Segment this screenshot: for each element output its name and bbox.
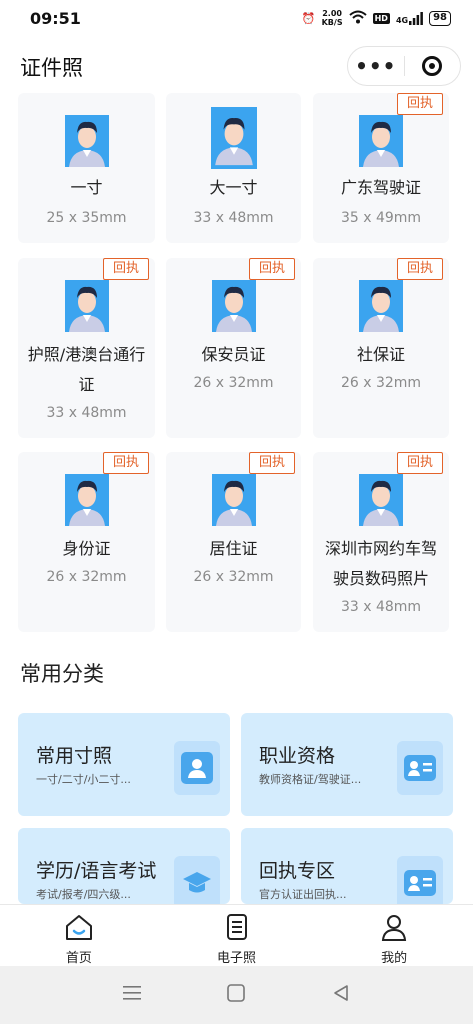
user-icon [379, 913, 409, 945]
receipt-badge: 回执 [397, 258, 443, 280]
card-name: 保安员证 [201, 345, 266, 364]
tab-label: 电子照 [217, 951, 257, 966]
portrait-icon [359, 280, 403, 332]
photo-spec-card[interactable]: 回执 广东驾驶证 35 x 49mm [313, 93, 449, 243]
card-size: 33 x 48mm [340, 599, 422, 615]
status-icons: ⏰ 2.00 KB/S HD 4G 98 [302, 9, 451, 27]
card-size: 26 x 32mm [46, 569, 127, 585]
card-size: 26 x 32mm [193, 375, 274, 391]
network-speed: 2.00 KB/S [322, 9, 343, 27]
portrait-icon [65, 115, 109, 167]
category-card[interactable]: 回执专区 官方认证出回执... [241, 828, 453, 904]
battery-indicator: 98 [429, 10, 451, 26]
header: 证件照 ••• [0, 44, 473, 88]
card-name: 护照/港澳台通行 [27, 345, 146, 364]
photo-spec-card[interactable]: 一寸 25 x 35mm [18, 93, 155, 243]
signal-icon: 4G [395, 11, 423, 25]
more-options-button[interactable]: ••• [348, 54, 404, 78]
portrait-icon [212, 474, 256, 526]
card-size: 26 x 32mm [193, 569, 274, 585]
system-nav-bar [0, 966, 473, 1024]
home-icon [64, 913, 94, 945]
card-size: 33 x 48mm [46, 405, 127, 421]
category-title: 回执专区 [259, 860, 336, 882]
photo-spec-card[interactable]: 回执 身份证 26 x 32mm [18, 452, 155, 632]
receipt-badge: 回执 [249, 452, 295, 474]
card-name: 居住证 [209, 539, 258, 558]
wifi-icon [348, 10, 367, 27]
page-title: 证件照 [20, 56, 83, 80]
id-card-icon [397, 741, 443, 795]
portrait-icon [65, 280, 109, 332]
card-name-line2: 驶员数码照片 [332, 569, 429, 588]
mini-program-capsule: ••• [347, 46, 461, 86]
portrait-icon [65, 474, 109, 526]
tab-mine[interactable]: 我的 [315, 905, 473, 966]
hd-badge: HD [372, 12, 390, 24]
card-size: 26 x 32mm [340, 375, 422, 391]
category-subtitle: 官方认证出回执... [259, 888, 347, 901]
card-size: 25 x 35mm [46, 210, 127, 226]
speed-value: 2.00 [322, 9, 342, 18]
category-title: 学历/语言考试 [36, 860, 157, 882]
portrait-icon [211, 107, 257, 169]
receipt-badge: 回执 [397, 452, 443, 474]
receipt-badge: 回执 [103, 452, 149, 474]
category-card[interactable]: 学历/语言考试 考试/报考/四六级... [18, 828, 230, 904]
tab-label: 首页 [65, 951, 92, 966]
photo-spec-card[interactable]: 回执 护照/港澳台通行 证 33 x 48mm [18, 258, 155, 438]
close-miniprogram-button[interactable] [404, 56, 460, 76]
network-type: 4G [395, 15, 409, 25]
photo-spec-card[interactable]: 大一寸 33 x 48mm [166, 93, 301, 243]
menu-icon[interactable] [123, 985, 142, 1005]
tab-home[interactable]: 首页 [0, 905, 158, 966]
card-name: 一寸 [70, 178, 103, 197]
category-title: 常用寸照 [36, 745, 113, 767]
card-name: 深圳市网约车驾 [324, 539, 437, 558]
card-name: 大一寸 [209, 178, 258, 197]
card-size: 33 x 48mm [193, 210, 274, 226]
card-name-line2: 证 [78, 375, 95, 394]
speed-unit: KB/S [321, 18, 343, 27]
portrait-icon [359, 474, 403, 526]
tab-bar: 首页 电子照 我的 [0, 904, 473, 966]
card-name: 广东驾驶证 [340, 178, 421, 197]
receipt-badge: 回执 [249, 258, 295, 280]
document-icon [222, 913, 252, 945]
target-icon [422, 56, 443, 76]
photo-spec-card[interactable]: 回执 深圳市网约车驾 驶员数码照片 33 x 48mm [313, 452, 449, 632]
card-size: 35 x 49mm [340, 210, 422, 226]
graduation-cap-icon [174, 856, 220, 904]
status-time: 09:51 [30, 8, 81, 28]
receipt-badge: 回执 [397, 93, 443, 115]
category-subtitle: 一寸/二寸/小二寸... [36, 773, 131, 786]
photo-spec-card[interactable]: 回执 居住证 26 x 32mm [166, 452, 301, 632]
portrait-icon [359, 115, 403, 167]
receipt-card-icon [397, 856, 443, 904]
category-subtitle: 教师资格证/驾驶证... [259, 773, 362, 786]
status-bar: 09:51 ⏰ 2.00 KB/S HD 4G 98 [0, 0, 473, 36]
back-icon[interactable] [332, 984, 350, 1006]
card-name: 社保证 [356, 345, 405, 364]
category-title: 职业资格 [259, 745, 336, 767]
card-name: 身份证 [62, 539, 111, 558]
category-subtitle: 考试/报考/四六级... [36, 888, 131, 901]
photo-spec-card[interactable]: 回执 保安员证 26 x 32mm [166, 258, 301, 438]
section-title: 常用分类 [20, 662, 104, 686]
tab-label: 我的 [381, 951, 408, 966]
category-card[interactable]: 常用寸照 一寸/二寸/小二寸... [18, 713, 230, 816]
home-square-icon[interactable] [227, 984, 246, 1006]
category-card[interactable]: 职业资格 教师资格证/驾驶证... [241, 713, 453, 816]
portrait-icon [212, 280, 256, 332]
portrait-icon [174, 741, 220, 795]
tab-electronic-photo[interactable]: 电子照 [158, 905, 316, 966]
photo-spec-card[interactable]: 回执 社保证 26 x 32mm [313, 258, 449, 438]
receipt-badge: 回执 [103, 258, 149, 280]
alarm-icon: ⏰ [301, 11, 316, 25]
